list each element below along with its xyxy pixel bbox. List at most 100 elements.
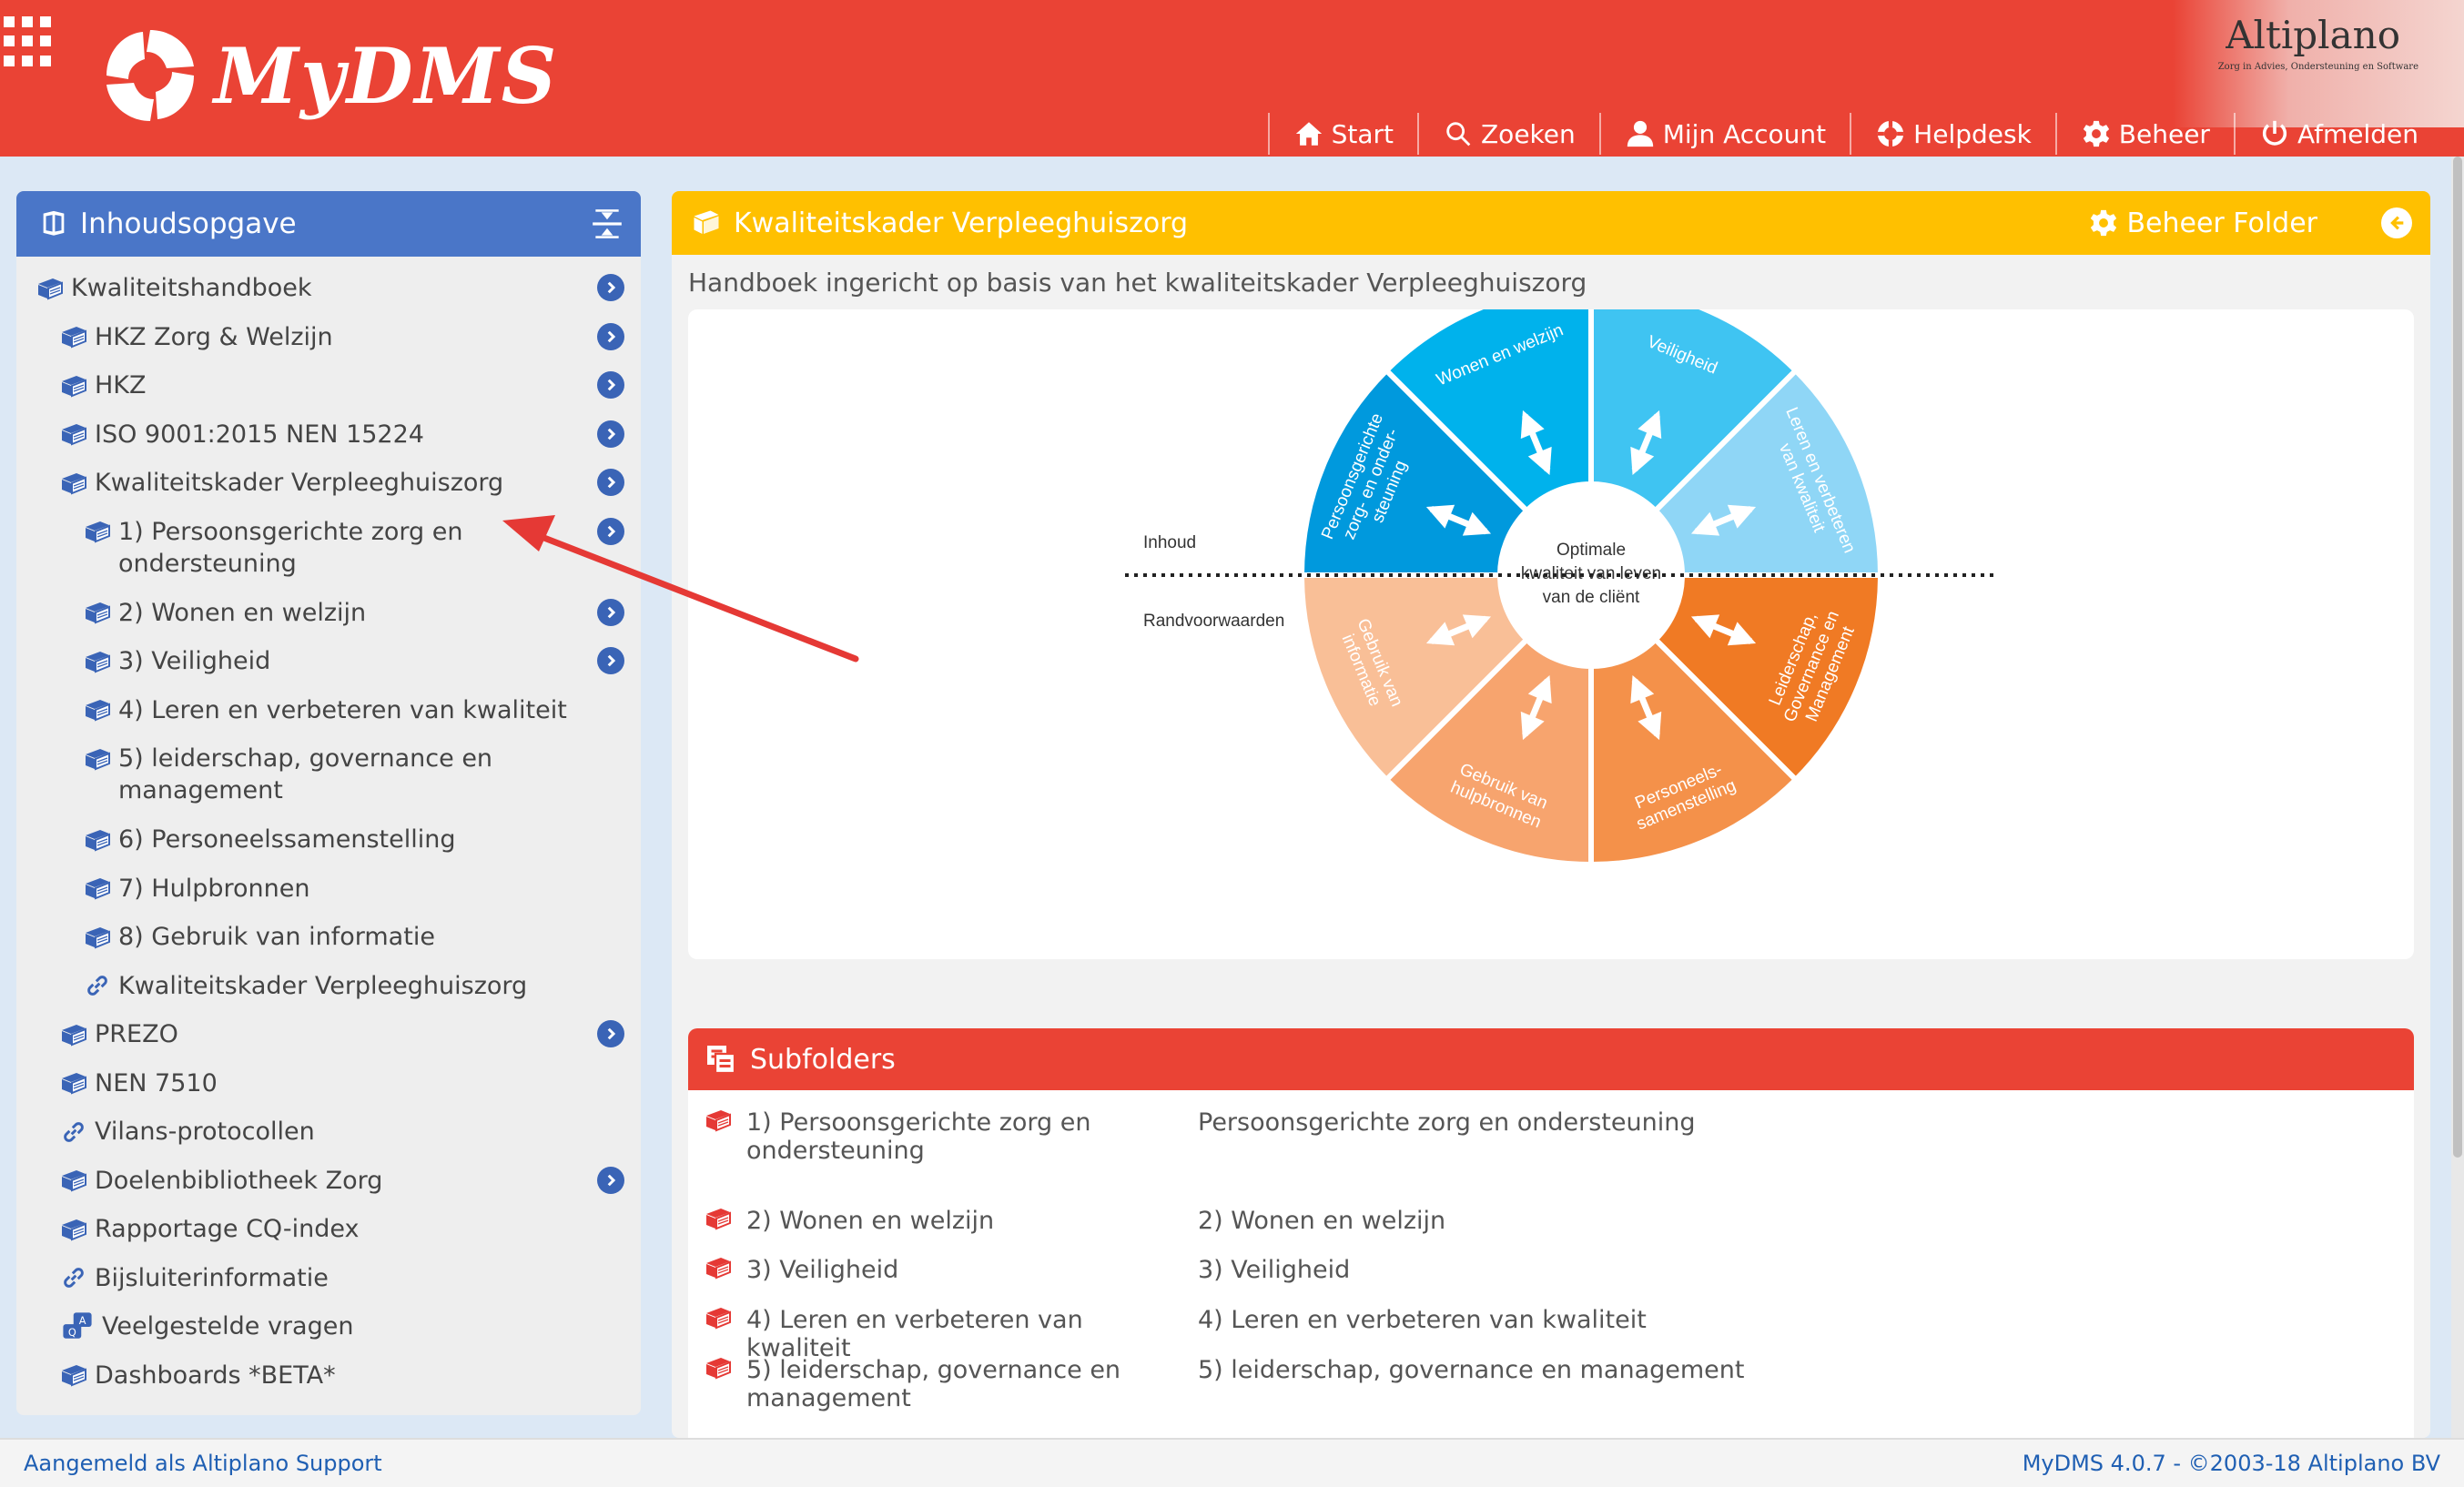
page-scrollbar[interactable] [2451,157,2464,1438]
altiplano-banner: Altiplano Zorg in Advies, Ondersteuning … [2173,0,2464,127]
sidebar-item[interactable]: 5) leiderschap, governance en management [16,734,641,815]
sidebar-item[interactable]: 8) Gebruik van informatie [16,913,641,962]
nav-label: Helpdesk [1913,118,2032,149]
subfolder-row[interactable]: 1) Persoonsgerichte zorg en ondersteunin… [705,1108,2388,1165]
sidebar-item[interactable]: HKZ [16,361,641,410]
book-icon [60,1067,87,1099]
sidebar-item-label: 6) Personeelssamenstelling [118,825,456,854]
expand-arrow-icon[interactable] [597,647,624,674]
mydms-logo[interactable]: MyDMS [96,16,558,135]
nav-afmelden[interactable]: Afmelden [2233,113,2442,155]
book-icon [60,1018,87,1050]
sidebar-item[interactable]: HKZ Zorg & Welzijn [16,313,641,362]
subfolder-row[interactable]: 5) leiderschap, governance en management… [705,1356,2388,1412]
sidebar-item-label: NEN 7510 [95,1068,218,1098]
user-icon [1627,120,1653,147]
collapse-icon[interactable] [590,207,624,241]
link-icon [64,1268,84,1288]
sidebar-item[interactable]: PREZO [16,1010,641,1059]
book-icon [86,926,110,948]
expand-arrow-icon[interactable] [597,420,624,448]
subfolder-name-cell[interactable]: 3) Veiligheid [705,1256,1198,1286]
sidebar-item[interactable]: NEN 7510 [16,1059,641,1108]
expand-arrow-icon[interactable] [597,274,624,301]
expand-arrow-icon[interactable] [597,371,624,399]
expand-arrow-icon[interactable] [597,517,624,545]
sidebar-item-label: Veelgestelde vragen [102,1312,354,1340]
subfolder-name-cell[interactable]: 5) leiderschap, governance en management [705,1356,1198,1412]
subfolder-row[interactable]: 4) Leren en verbeteren van kwaliteit 4) … [705,1306,2388,1362]
nav-zoeken[interactable]: Zoeken [1417,113,1599,155]
sidebar-item[interactable]: Kwaliteitskader Verpleeghuiszorg [16,459,641,508]
sidebar-item[interactable]: Kwaliteitskader Verpleeghuiszorg [16,962,641,1011]
sidebar-item-label: 4) Leren en verbeteren van kwaliteit [118,695,567,724]
book-icon [84,694,111,726]
subfolder-row[interactable]: 3) Veiligheid 3) Veiligheid [705,1256,2388,1286]
sidebar-item-label: Doelenbibliotheek Zorg [95,1166,383,1195]
nav-start[interactable]: Start [1267,113,1417,155]
subfolder-name[interactable]: 1) Persoonsgerichte zorg en ondersteunin… [746,1108,1129,1165]
book-icon [706,1308,731,1330]
subfolder-name[interactable]: 5) leiderschap, governance en management [746,1356,1129,1412]
subfolder-name-cell[interactable]: 4) Leren en verbeteren van kwaliteit [705,1306,1198,1362]
nav-label: Mijn Account [1662,118,1827,149]
sidebar-item[interactable]: 1) Persoonsgerichte zorg en ondersteunin… [16,508,641,589]
nav-label: Start [1331,118,1394,149]
lifebuoy-icon [1877,120,1904,147]
nav-label: Afmelden [2297,118,2418,149]
sidebar-item[interactable]: 3) Veiligheid [16,637,641,686]
sidebar-item[interactable]: 7) Hulpbronnen [16,865,641,914]
sidebar-item[interactable]: Bijsluiterinformatie [16,1254,641,1303]
subfolder-name[interactable]: 2) Wonen en welzijn [746,1207,994,1237]
expand-arrow-icon[interactable] [597,1020,624,1047]
home-icon [1295,122,1322,146]
apps-grid-icon[interactable] [4,16,55,67]
subfolders-panel: Subfolders 1) Persoonsgerichte zorg en o… [688,1028,2414,1438]
sidebar-item[interactable]: 2) Wonen en welzijn [16,589,641,638]
book-icon [36,272,64,304]
subfolder-name-cell[interactable]: 2) Wonen en welzijn [705,1207,1198,1237]
book-icon [60,1213,87,1245]
sidebar-title: Inhoudsopgave [80,207,297,240]
book-icon [84,873,111,905]
sidebar-item[interactable]: Doelenbibliotheek Zorg [16,1157,641,1206]
sidebar-item[interactable]: Rapportage CQ-index [16,1205,641,1254]
book-icon [86,521,110,543]
gear-icon [2091,209,2117,237]
subfolder-name[interactable]: 3) Veiligheid [746,1256,898,1286]
book-icon [705,1306,746,1362]
expand-arrow-icon[interactable] [597,598,624,626]
nav-beheer[interactable]: Beheer [2054,113,2234,155]
scrollbar-thumb[interactable] [2453,157,2462,1158]
sidebar-item[interactable]: 4) Leren en verbeteren van kwaliteit [16,686,641,735]
sidebar-item[interactable]: Kwaliteitshandboek [16,264,641,313]
sidebar-item[interactable]: 6) Personeelssamenstelling [16,815,641,865]
nav-helpdesk[interactable]: Helpdesk [1850,113,2055,155]
subfolder-row[interactable]: 2) Wonen en welzijn 2) Wonen en welzijn [705,1207,2388,1237]
logged-in-user[interactable]: Aangemeld als Altiplano Support [24,1451,382,1476]
sidebar-item[interactable]: ISO 9001:2015 NEN 15224 [16,410,641,460]
expand-arrow-icon[interactable] [597,1166,624,1194]
logo-swirl-icon [106,30,194,121]
subfolder-name-cell[interactable]: 1) Persoonsgerichte zorg en ondersteunin… [705,1108,1198,1165]
nav-mijn-account[interactable]: Mijn Account [1598,113,1850,155]
expand-arrow-icon[interactable] [597,322,624,350]
sidebar-item-label: 1) Persoonsgerichte zorg en ondersteunin… [118,517,463,578]
wheel-side-label: Randvoorwaarden [1143,612,1284,631]
sidebar-item[interactable]: Dashboards *BETA* [16,1351,641,1401]
gear-icon [2083,120,2109,147]
book-icon [86,602,110,624]
book-icon [84,743,111,774]
expand-arrow-icon[interactable] [597,469,624,496]
book-icon [60,1360,87,1391]
book-icon [706,1110,731,1132]
back-button[interactable] [2381,207,2412,238]
beheer-folder-button[interactable]: Beheer Folder [2088,207,2317,239]
subfolder-name[interactable]: 4) Leren en verbeteren van kwaliteit [746,1306,1129,1362]
sidebar-item[interactable]: A Q Veelgestelde vragen [16,1302,641,1351]
sidebar-item[interactable]: Vilans-protocollen [16,1108,641,1157]
chevron-right-icon [607,525,616,537]
book-icon [86,878,110,900]
table-of-contents-panel: Inhoudsopgave Kwaliteitshandboek HKZ Zor… [16,191,641,1415]
book-icon [84,824,111,855]
